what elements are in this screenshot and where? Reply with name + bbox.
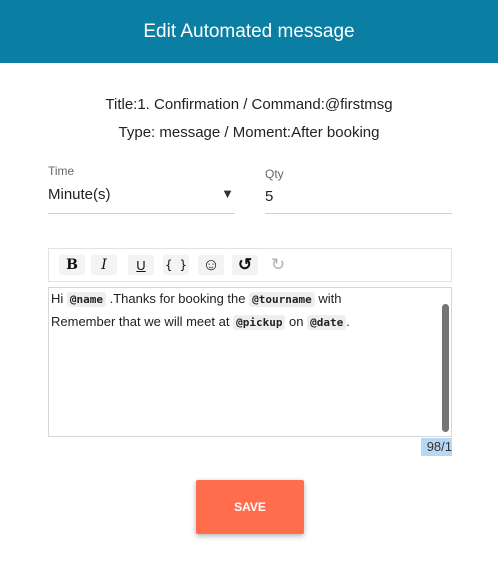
time-unit-value: Minute(s): [48, 186, 111, 203]
variable-tag-date: @date: [307, 315, 347, 330]
redo-button[interactable]: ↻: [265, 255, 291, 275]
editor-line-1: Hi @name .Thanks for booking the @tourna…: [51, 288, 431, 311]
message-info-type: Type: message / Moment:After booking: [118, 124, 380, 141]
italic-button[interactable]: I: [91, 255, 117, 275]
underline-button[interactable]: U: [128, 255, 154, 275]
code-button[interactable]: { }: [163, 255, 189, 275]
editor-scrollbar[interactable]: [442, 304, 449, 432]
text-segment: with: [314, 291, 342, 306]
dialog-header: Edit Automated message: [0, 0, 498, 63]
text-segment: on: [285, 314, 308, 329]
variable-tag-tourname: @tourname: [249, 292, 315, 307]
undo-button[interactable]: ↺: [232, 255, 258, 275]
qty-input[interactable]: 5: [265, 182, 452, 214]
message-text: Hi @name .Thanks for booking the @tourna…: [51, 288, 431, 334]
dialog-title: Edit Automated message: [143, 20, 355, 42]
character-counter: 98/1: [421, 438, 452, 456]
time-unit-select[interactable]: Minute(s) ▼: [48, 182, 235, 214]
time-label: Time: [48, 164, 75, 178]
text-segment: Remember that we will meet at: [51, 314, 234, 329]
editor-line-2: Remember that we will meet at @pickup on…: [51, 311, 431, 334]
variable-tag-name: @name: [66, 292, 107, 307]
editor-toolbar: B I U { } ☺ ↺ ↻: [48, 248, 452, 282]
qty-label: Qty: [265, 167, 284, 181]
variable-tag-pickup: @pickup: [233, 315, 286, 330]
text-segment: .Thanks for booking the: [106, 291, 250, 306]
message-editor[interactable]: Hi @name .Thanks for booking the @tourna…: [48, 287, 452, 437]
save-button[interactable]: SAVE: [196, 480, 304, 534]
emoji-button[interactable]: ☺: [198, 255, 224, 275]
bold-button[interactable]: B: [59, 255, 85, 275]
message-info-title: Title:1. Confirmation / Command:@firstms…: [105, 96, 393, 113]
text-segment: Hi: [51, 291, 67, 306]
qty-value: 5: [265, 188, 274, 205]
text-segment: .: [346, 314, 350, 329]
dropdown-arrow-icon: ▼: [221, 186, 234, 201]
